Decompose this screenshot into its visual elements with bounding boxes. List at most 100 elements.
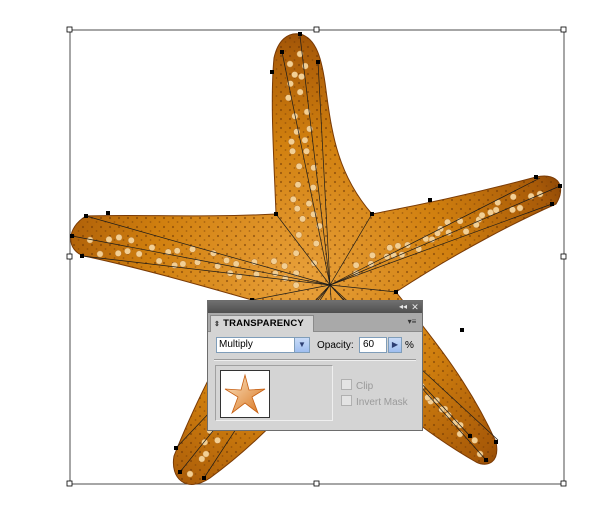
invert-mask-checkbox[interactable]: Invert Mask [341,395,408,408]
bump [96,250,104,258]
bump [309,184,317,192]
anchor-point[interactable] [106,211,110,215]
panel-tab-row: ⇕ TRANSPARENCY ▾≡ [208,313,422,332]
handle-bottom-right[interactable] [560,480,567,487]
handle-top-right[interactable] [560,26,567,33]
bump [303,147,310,155]
anchor-point[interactable] [428,198,432,202]
anchor-point[interactable] [274,212,278,216]
bump [509,193,517,201]
clip-checkbox[interactable]: Clip [341,379,373,392]
bump [288,138,295,146]
bump [286,60,294,68]
bump [296,88,304,96]
blend-mode-value: Multiply [219,339,253,350]
anchor-point[interactable] [394,290,398,294]
anchor-point[interactable] [178,470,182,474]
bump [298,73,305,81]
anchor-point[interactable] [280,50,284,54]
anchor-point[interactable] [370,212,374,216]
handle-bottom-left[interactable] [66,480,73,487]
opacity-label: Opacity: [317,340,354,351]
bump [186,470,194,478]
bump [114,249,122,257]
panel-menu-icon[interactable]: ▾≡ [406,316,418,328]
bump [456,430,464,438]
bump [471,436,479,444]
invert-mask-checkbox-box[interactable] [341,395,352,406]
bump [173,247,181,255]
bump [155,257,163,265]
starfish-thumbnail-icon[interactable] [220,370,270,418]
bump [301,136,309,144]
anchor-point[interactable] [174,446,178,450]
bump [292,249,300,257]
bump [312,240,320,247]
bump [305,200,313,208]
bump [148,244,156,252]
bump [289,147,296,155]
anchor-point[interactable] [80,254,84,258]
anchor-point[interactable] [270,70,274,74]
opacity-input[interactable]: 60 [359,337,387,353]
bump [289,195,297,203]
dropdown-arrow-icon[interactable]: ▼ [294,338,309,352]
anchor-point[interactable] [316,60,320,64]
handle-bottom-center[interactable] [313,480,320,487]
handle-top-left[interactable] [66,26,73,33]
panel-titlebar[interactable]: ◂◂ ✕ [208,301,422,313]
bump [135,250,143,258]
clip-label: Clip [356,381,374,392]
bump [295,231,303,239]
bump [299,215,307,223]
thumbnail-area [215,365,333,421]
bump [209,249,217,257]
tab-transparency-label: TRANSPARENCY [223,318,304,329]
bump [291,71,299,79]
bump [202,450,210,458]
anchor-point[interactable] [550,202,554,206]
anchor-point[interactable] [484,458,488,462]
bump [368,251,376,259]
bump [472,221,480,229]
handle-top-center[interactable] [313,26,320,33]
bump [306,125,314,133]
tab-arrows-icon[interactable]: ⇕ [214,321,220,328]
bump [444,218,451,226]
bump [404,241,412,249]
close-icon[interactable]: ✕ [410,301,420,313]
anchor-point[interactable] [460,328,464,332]
bump [295,162,303,170]
anchor-point[interactable] [534,175,538,179]
anchor-point[interactable] [70,234,74,238]
anchor-point[interactable] [202,476,206,480]
invert-mask-label: Invert Mask [356,397,408,408]
handle-middle-left[interactable] [66,253,73,260]
bump [438,405,446,413]
bump [494,199,502,206]
bump [270,257,278,265]
anchor-point[interactable] [558,184,562,188]
bump [223,256,231,264]
stepper-arrow-icon[interactable]: ▶ [388,337,402,353]
bump [124,247,131,255]
collapse-icon[interactable]: ◂◂ [398,301,408,313]
bump [281,262,289,270]
handle-middle-right[interactable] [560,253,567,260]
anchor-point[interactable] [298,32,302,36]
bump [294,181,302,189]
bump [422,235,430,243]
bump [179,260,187,268]
anchor-point[interactable] [84,214,88,218]
bump [232,260,240,268]
tab-transparency[interactable]: ⇕ TRANSPARENCY [210,315,314,332]
anchor-point[interactable] [468,434,472,438]
bump [383,253,391,261]
anchor-point[interactable] [494,440,498,444]
bump [127,236,135,244]
artboard-canvas[interactable] [0,0,600,517]
bump [171,261,179,269]
clip-checkbox-box[interactable] [341,379,352,390]
bump [271,270,279,277]
blend-mode-select[interactable]: Multiply ▼ [216,337,310,353]
